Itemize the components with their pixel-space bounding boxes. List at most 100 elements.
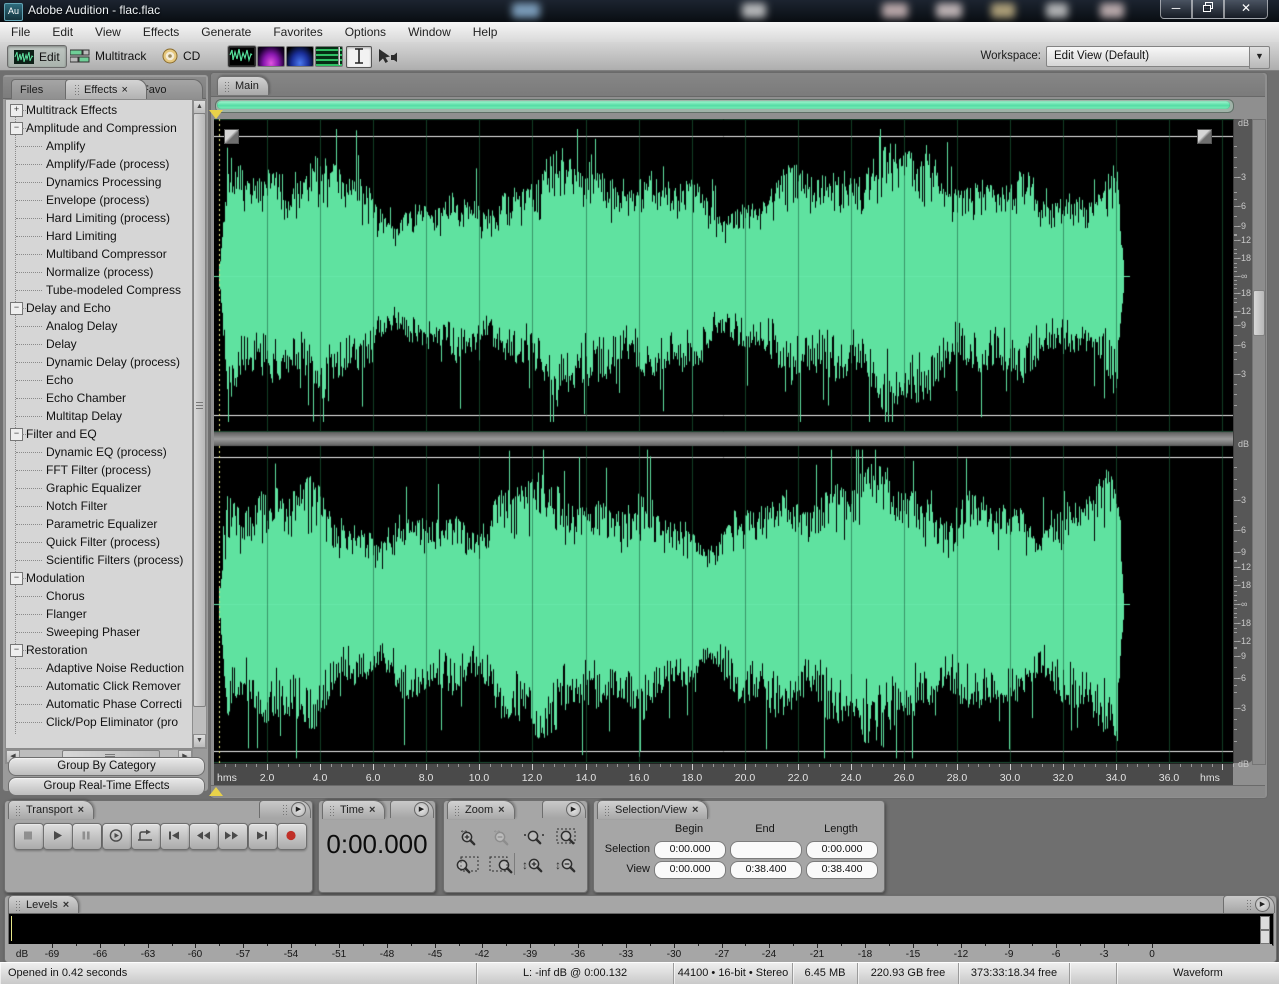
tree-item[interactable]: Restoration <box>26 641 87 659</box>
zoom-in-horizontal-button[interactable]: ↔ <box>453 825 483 849</box>
tree-item[interactable]: Delay and Echo <box>26 299 111 317</box>
waveform-display[interactable] <box>214 119 1233 763</box>
waveform-canvas[interactable] <box>214 119 1233 763</box>
panel-menu-button[interactable]: ▶ <box>1255 897 1270 912</box>
amplitude-handle-right[interactable] <box>1197 129 1212 144</box>
clip-indicator-left[interactable] <box>1260 916 1270 930</box>
group-real-time-effects-button[interactable]: Group Real-Time Effects <box>8 777 205 796</box>
zoom-in-vertical-button[interactable]: ↕ <box>519 853 549 877</box>
panel-menu-button[interactable]: ▶ <box>414 802 429 817</box>
tab-selection-view[interactable]: Selection/View × <box>597 800 708 819</box>
selection-begin-field[interactable]: 0:00.000 <box>654 841 726 859</box>
tree-item[interactable]: Parametric Equalizer <box>46 515 157 533</box>
tree-item[interactable]: Tube-modeled Compress <box>46 281 181 299</box>
tree-item[interactable]: Echo Chamber <box>46 389 126 407</box>
tree-item[interactable]: Flanger <box>46 605 87 623</box>
tree-vertical-scrollbar[interactable]: ▲ ▼ <box>192 99 207 749</box>
scrub-tool-button[interactable] <box>376 47 400 67</box>
tree-item[interactable]: Filter and EQ <box>26 425 97 443</box>
tree-item[interactable]: Echo <box>46 371 73 389</box>
menu-edit[interactable]: Edit <box>41 22 84 42</box>
zoom-full-button[interactable] <box>519 825 549 849</box>
tree-item[interactable]: Delay <box>46 335 77 353</box>
minimize-button[interactable]: ─ <box>1160 0 1192 19</box>
menu-favorites[interactable]: Favorites <box>262 22 333 42</box>
go-to-beginning-button[interactable] <box>160 823 190 850</box>
tab-transport[interactable]: Transport × <box>8 800 94 819</box>
playhead-marker-bottom-icon[interactable] <box>209 787 223 796</box>
waveform-view-button[interactable] <box>228 46 256 67</box>
spectral-pan-view-button[interactable] <box>286 46 314 67</box>
tree-item[interactable]: Amplify <box>46 137 85 155</box>
pause-button[interactable] <box>72 823 102 850</box>
tree-item[interactable]: Automatic Click Remover <box>46 677 181 695</box>
close-icon[interactable]: × <box>692 805 698 815</box>
level-meter[interactable] <box>8 913 1274 946</box>
view-end-field[interactable]: 0:38.400 <box>730 861 802 879</box>
go-to-end-button[interactable] <box>248 823 278 850</box>
selection-length-field[interactable]: 0:00.000 <box>806 841 878 859</box>
tree-item[interactable]: Dynamic EQ (process) <box>46 443 167 461</box>
tree-item[interactable]: Click/Pop Eliminator (pro <box>46 713 178 731</box>
play-button[interactable] <box>43 823 73 850</box>
tree-item[interactable]: Scientific Filters (process) <box>46 551 183 569</box>
menu-generate[interactable]: Generate <box>190 22 262 42</box>
fast-forward-button[interactable] <box>218 823 248 850</box>
tree-item[interactable]: Hard Limiting (process) <box>46 209 170 227</box>
tab-zoom[interactable]: Zoom × <box>447 800 515 819</box>
tree-item[interactable]: Modulation <box>26 569 85 587</box>
tree-item[interactable]: Hard Limiting <box>46 227 117 245</box>
close-button[interactable]: ✕ <box>1224 0 1268 19</box>
scroll-down-icon[interactable]: ▼ <box>193 734 206 748</box>
timeline-ruler[interactable]: 2.04.06.08.010.012.014.016.018.020.022.0… <box>214 763 1233 786</box>
workspace-select[interactable]: Edit View (Default) <box>1046 46 1251 67</box>
close-icon[interactable]: × <box>369 805 375 815</box>
title-bar[interactable]: Au Adobe Audition - flac.flac ─ ✕ <box>0 0 1279 22</box>
menu-options[interactable]: Options <box>334 22 397 42</box>
scroll-up-icon[interactable]: ▲ <box>193 100 206 114</box>
tree-item[interactable]: Amplitude and Compression <box>26 119 177 137</box>
tab-main[interactable]: Main <box>217 76 269 95</box>
tree-item[interactable]: Dynamic Delay (process) <box>46 353 180 371</box>
wave-vertical-scrollbar[interactable] <box>1252 119 1266 765</box>
tree-item[interactable]: Multiband Compressor <box>46 245 167 263</box>
cd-view-button[interactable]: CD <box>156 45 206 66</box>
play-from-cursor-button[interactable] <box>102 823 132 850</box>
chevron-down-icon[interactable]: ▼ <box>1249 46 1270 69</box>
tree-item[interactable]: Chorus <box>46 587 85 605</box>
playhead-marker-top-icon[interactable] <box>209 110 223 119</box>
tree-item[interactable]: Graphic Equalizer <box>46 479 141 497</box>
tree-item[interactable]: Sweeping Phaser <box>46 623 140 641</box>
tree-item[interactable]: Dynamics Processing <box>46 173 161 191</box>
tree-item[interactable]: Adaptive Noise Reduction <box>46 659 184 677</box>
multitrack-view-button[interactable]: Multitrack <box>64 45 152 66</box>
loop-play-button[interactable] <box>131 823 161 850</box>
tree-item[interactable]: Automatic Phase Correcti <box>46 695 182 713</box>
zoom-in-left-edge-button[interactable] <box>453 853 483 877</box>
tree-item[interactable]: FFT Filter (process) <box>46 461 151 479</box>
tree-item[interactable]: Envelope (process) <box>46 191 149 209</box>
tree-item[interactable]: Multitap Delay <box>46 407 122 425</box>
menu-file[interactable]: File <box>0 22 41 42</box>
tree-item[interactable]: Multitrack Effects <box>26 101 117 119</box>
scrollbar-thumb[interactable] <box>193 113 206 707</box>
zoom-out-horizontal-button[interactable]: ↔ <box>486 825 516 849</box>
tree-item[interactable]: Analog Delay <box>46 317 117 335</box>
zoom-to-selection-button[interactable] <box>552 825 582 849</box>
rewind-button[interactable] <box>189 823 219 850</box>
record-button[interactable] <box>277 823 307 850</box>
close-icon[interactable]: × <box>498 805 504 815</box>
stop-button[interactable] <box>14 823 44 850</box>
amplitude-handle-left[interactable] <box>224 129 239 144</box>
tree-item[interactable]: Amplify/Fade (process) <box>46 155 169 173</box>
selection-end-field[interactable] <box>730 841 802 859</box>
wave-horizontal-scrollbar[interactable] <box>215 99 1234 113</box>
time-selection-tool-button[interactable] <box>346 46 372 68</box>
tree-item[interactable]: Quick Filter (process) <box>46 533 160 551</box>
close-icon[interactable]: × <box>121 84 127 96</box>
menu-view[interactable]: View <box>84 22 132 42</box>
restore-button[interactable] <box>1192 0 1224 19</box>
menu-window[interactable]: Window <box>397 22 462 42</box>
tree-item[interactable]: Normalize (process) <box>46 263 153 281</box>
clip-indicator-right[interactable] <box>1260 930 1270 944</box>
